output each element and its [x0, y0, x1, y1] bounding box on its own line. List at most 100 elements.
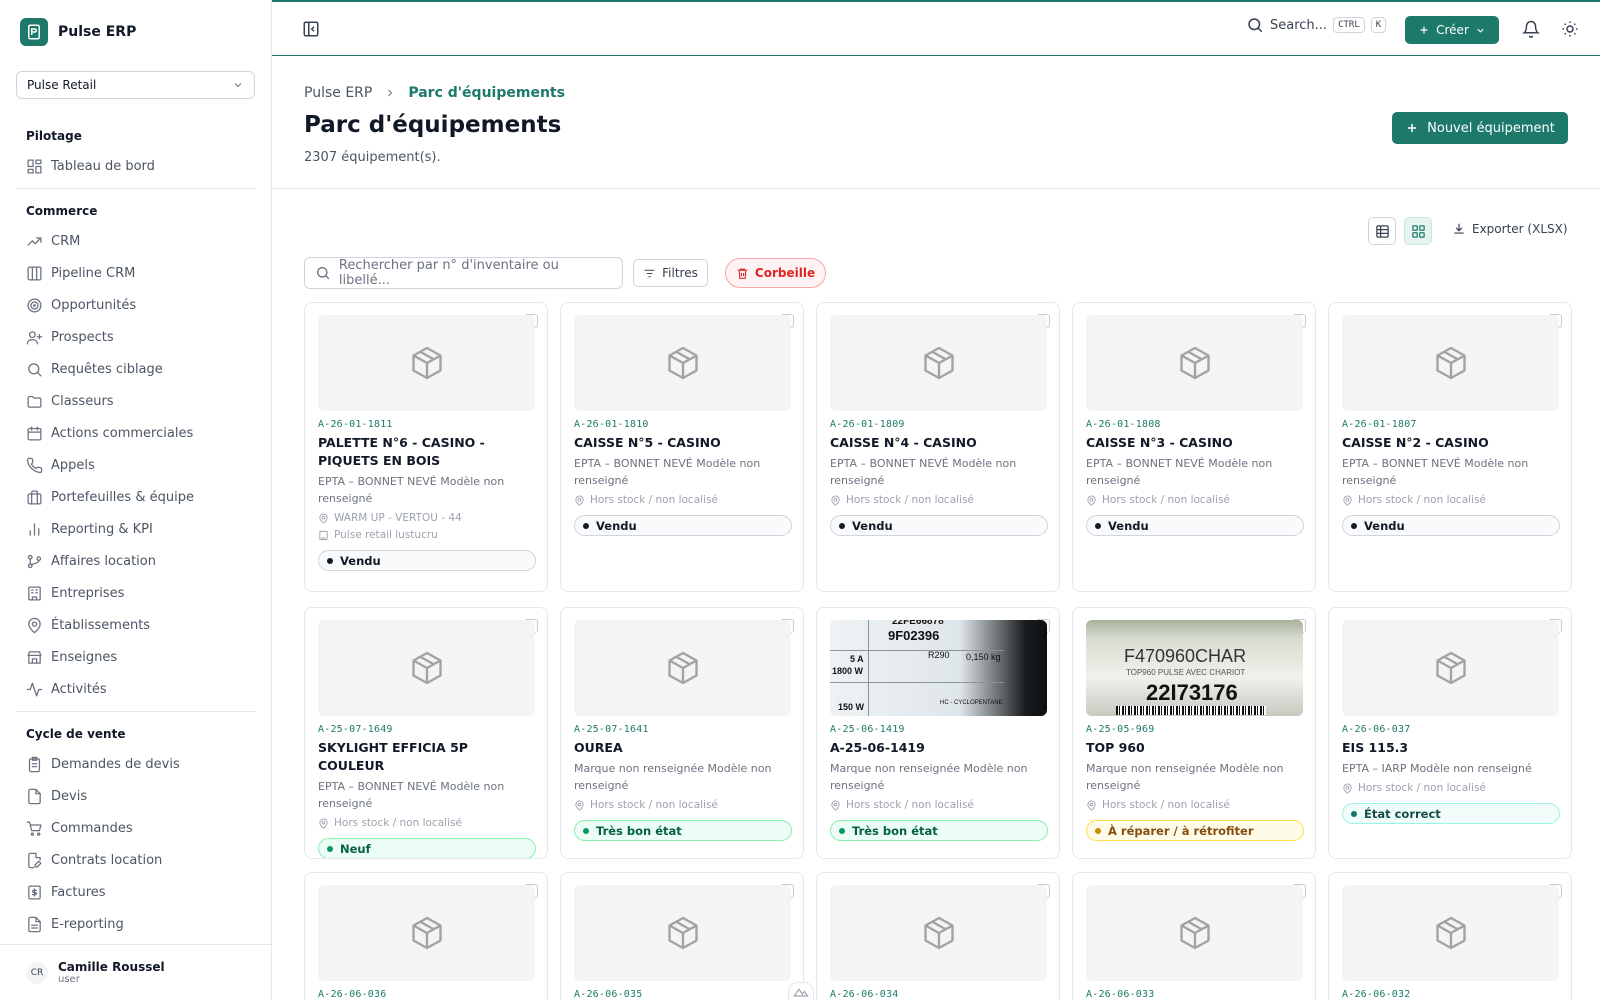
equipment-title: EIS 115.3 — [1342, 740, 1409, 755]
equipment-location: Hors stock / non localisé — [830, 492, 1048, 508]
equipment-card[interactable]: A-26-06-035 — [560, 872, 804, 1000]
status-badge: Vendu — [1342, 515, 1560, 536]
sidebar-item-requetes-ciblage[interactable]: Requêtes ciblage — [16, 353, 256, 385]
equipment-card[interactable]: A-26-06-036 — [304, 872, 548, 1000]
sidebar-item-e-reporting[interactable]: E-reporting — [16, 908, 256, 940]
theme-toggle-button[interactable] — [1561, 20, 1579, 42]
inventory-number: A-25-05-969 — [1086, 724, 1155, 735]
new-equipment-button[interactable]: Nouvel équipement — [1392, 112, 1568, 144]
equipment-card[interactable]: A-25-07-1649 SKYLIGHT EFFICIA 5P COULEUR E… — [304, 607, 548, 859]
card-body: A-26-06-037 EIS 115.3 EPTA – IARP Modèle n… — [1342, 724, 1560, 824]
equipment-card[interactable]: A-25-07-1641 OUREA Marque non renseignée M… — [560, 607, 804, 859]
user-profile[interactable]: CR Camille Roussel user — [0, 944, 272, 1000]
organization-select[interactable]: Pulse Retail — [16, 71, 255, 99]
global-search-button[interactable]: Search... CTRL K — [1246, 16, 1387, 34]
equipment-card[interactable]: F470960CHAR TOP960 PULSE AVEC CHARIOT 22I7… — [1072, 607, 1316, 859]
equipment-card[interactable]: A-26-01-1808 CAISSE N°3 - CASINO EPTA – BO… — [1072, 302, 1316, 592]
grid-view-button[interactable] — [1404, 217, 1432, 245]
sidebar-item-label: Entreprises — [51, 585, 125, 601]
equipment-card[interactable]: A-26-06-033 — [1072, 872, 1316, 1000]
equipment-card[interactable]: A-26-01-1810 CAISSE N°5 - CASINO EPTA – BO… — [560, 302, 804, 592]
chevron-right-icon — [388, 89, 393, 97]
status-badge: Vendu — [318, 550, 536, 571]
equipment-thumbnail — [1086, 315, 1303, 411]
download-icon — [1454, 223, 1464, 234]
user-role: user — [58, 974, 80, 985]
sidebar-item-opportunites[interactable]: Opportunités — [16, 289, 256, 321]
equipment-card[interactable]: A-26-06-037 EIS 115.3 EPTA – IARP Modèle n… — [1328, 607, 1572, 859]
equipment-brand-model: Marque non renseignée Modèle non renseig… — [1086, 762, 1284, 792]
status-badge: Vendu — [1086, 515, 1304, 536]
sidebar-item-enseignes[interactable]: Enseignes — [16, 641, 256, 673]
sidebar-item-label: Appels — [51, 457, 95, 473]
equipment-card[interactable]: A-26-01-1811 PALETTE N°6 - CASINO - PIQUE… — [304, 302, 548, 592]
brand[interactable]: Pulse ERP — [20, 18, 136, 46]
equipment-thumbnail: F470960CHAR TOP960 PULSE AVEC CHARIOT 22I7… — [1086, 620, 1303, 716]
breadcrumb-root[interactable]: Pulse ERP — [304, 85, 372, 101]
sidebar-item-demandes-de-devis[interactable]: Demandes de devis — [16, 748, 256, 780]
sidebar-item-tableau-de-bord[interactable]: Tableau de bord — [16, 150, 256, 182]
inventory-number: A-26-01-1810 — [574, 419, 649, 430]
equipment-card[interactable]: 22FE66878 9F02396 R290 0,150 kg 5 A 1800 W 150… — [816, 607, 1060, 859]
sidebar-item-activites[interactable]: Activités — [16, 673, 256, 705]
create-button[interactable]: Créer — [1405, 16, 1499, 44]
equipment-brand-model: EPTA – IARP Modèle non renseigné — [1342, 762, 1532, 775]
location-text: Hors stock / non localisé — [846, 494, 974, 506]
sidebar-item-factures[interactable]: Factures — [16, 876, 256, 908]
brand-logo-icon — [20, 18, 48, 46]
table-view-button[interactable] — [1368, 217, 1396, 245]
sidebar-item-actions-commerciales[interactable]: Actions commerciales — [16, 417, 256, 449]
dashboard-icon — [26, 158, 43, 175]
sidebar-item-prospects[interactable]: Prospects — [16, 321, 256, 353]
equipment-search-input[interactable]: Rechercher par n° d'inventaire ou libell… — [304, 257, 623, 289]
photo-label-text: 1800 W — [832, 666, 864, 676]
sidebar-item-etablissements[interactable]: Établissements — [16, 609, 256, 641]
sidebar-toggle-button[interactable] — [302, 20, 320, 42]
export-xlsx-button[interactable]: Exporter (XLSX) — [1452, 222, 1568, 236]
sidebar-item-devis[interactable]: Devis — [16, 780, 256, 812]
equipment-card[interactable]: A-26-01-1807 CAISSE N°2 - CASINO EPTA – BO… — [1328, 302, 1572, 592]
map-pin-icon — [830, 494, 841, 506]
sidebar-item-contrats-location[interactable]: Contrats location — [16, 844, 256, 876]
filters-button[interactable]: Filtres — [633, 259, 708, 287]
search-icon — [26, 361, 43, 378]
equipment-card[interactable]: A-26-06-034 — [816, 872, 1060, 1000]
plus-icon — [1408, 123, 1417, 133]
equipment-card[interactable]: A-26-06-032 — [1328, 872, 1572, 1000]
equipment-brand-model: Marque non renseignée Modèle non renseig… — [574, 762, 772, 792]
bell-icon — [1521, 20, 1541, 38]
sidebar-item-crm[interactable]: CRM — [16, 225, 256, 257]
photo-label-text: 150 W — [838, 702, 865, 712]
equipment-title: CAISSE N°3 - CASINO — [1086, 435, 1233, 450]
target-icon — [26, 297, 43, 314]
branch-icon — [26, 553, 43, 570]
sidebar-item-entreprises[interactable]: Entreprises — [16, 577, 256, 609]
scroll-hint-handle[interactable] — [788, 982, 814, 1000]
sidebar-item-reporting-kpi[interactable]: Reporting & KPI — [16, 513, 256, 545]
status-dot — [1351, 810, 1357, 817]
status-dot — [327, 845, 333, 852]
equipment-card[interactable]: A-26-01-1809 CAISSE N°4 - CASINO EPTA – BO… — [816, 302, 1060, 592]
sidebar-item-portefeuilles-equipe[interactable]: Portefeuilles & équipe — [16, 481, 256, 513]
equipment-title: CAISSE N°5 - CASINO — [574, 435, 721, 450]
inventory-number: A-26-06-037 — [1342, 724, 1411, 735]
plus-icon — [1420, 26, 1428, 34]
sidebar-item-affaires-location[interactable]: Affaires location — [16, 545, 256, 577]
notifications-button[interactable] — [1521, 20, 1541, 42]
grid-icon — [1411, 224, 1425, 238]
location-text: Hors stock / non localisé — [846, 799, 974, 811]
trash-button[interactable]: Corbeille — [725, 258, 826, 288]
sidebar-item-commandes[interactable]: Commandes — [16, 812, 256, 844]
package-icon — [409, 345, 445, 381]
sidebar-item-classeurs[interactable]: Classeurs — [16, 385, 256, 417]
map-pin-icon — [830, 799, 841, 811]
sidebar-item-appels[interactable]: Appels — [16, 449, 256, 481]
status-dot — [583, 522, 589, 529]
map-pin-icon — [574, 799, 585, 811]
sidebar-item-label: Prospects — [51, 329, 114, 345]
map-pin-icon — [1086, 799, 1097, 811]
photo-label-text: HC - CYCLOPENTANE — [940, 700, 1003, 706]
phone-icon — [26, 457, 43, 474]
file-edit-icon — [26, 852, 43, 869]
sidebar-item-pipeline-crm[interactable]: Pipeline CRM — [16, 257, 256, 289]
